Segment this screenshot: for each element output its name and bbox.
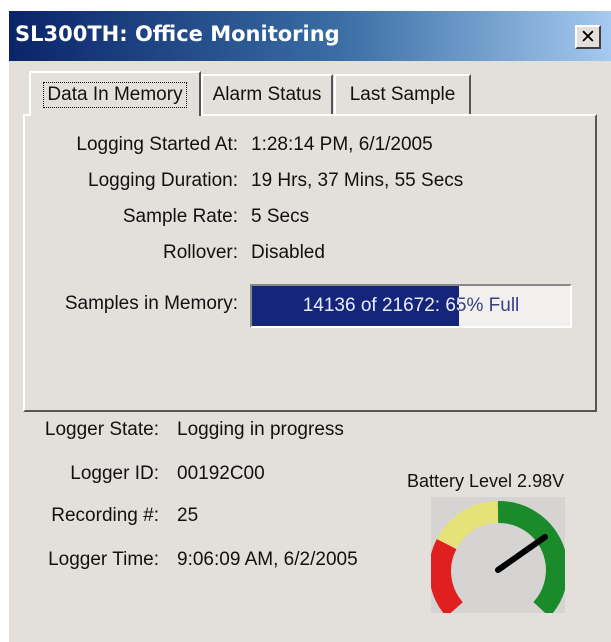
logger-time-label: Logger Time: (48, 549, 159, 570)
rollover-value: Disabled (251, 242, 325, 263)
logging-duration-label: Logging Duration: (88, 170, 238, 191)
sample-rate-value: 5 Secs (251, 206, 310, 227)
data-in-memory-panel: Logging Started At: 1:28:14 PM, 6/1/2005… (23, 114, 597, 412)
logger-state-label: Logger State: (44, 419, 159, 440)
window-title: SL300TH: Office Monitoring (15, 22, 340, 46)
gauge-needle (495, 534, 548, 573)
close-button[interactable]: ✕ (575, 25, 601, 49)
logger-id-value: 00192C00 (177, 463, 265, 484)
tab-label: Data In Memory (43, 81, 187, 108)
logging-duration-value: 19 Hrs, 37 Mins, 55 Secs (251, 170, 464, 191)
tab-last-sample[interactable]: Last Sample (334, 74, 471, 114)
tab-alarm-status[interactable]: Alarm Status (201, 74, 333, 114)
title-bar[interactable]: SL300TH: Office Monitoring ✕ (9, 11, 611, 61)
recording-number-value: 25 (177, 505, 199, 526)
dialog-window: SL300TH: Office Monitoring ✕ Data In Mem… (8, 10, 611, 642)
battery-level-label: Battery Level 2.98V (407, 471, 565, 491)
close-icon: ✕ (580, 25, 596, 48)
sample-rate-label: Sample Rate: (122, 206, 238, 227)
logger-time-value: 9:06:09 AM, 6/2/2005 (177, 549, 358, 570)
recording-number-label: Recording #: (51, 505, 159, 526)
logger-state-value: Logging in progress (177, 419, 344, 440)
rollover-label: Rollover: (163, 242, 238, 263)
logging-started-value: 1:28:14 PM, 6/1/2005 (251, 134, 433, 155)
tab-label: Alarm Status (212, 84, 322, 105)
battery-gauge-icon (429, 497, 568, 617)
tab-label: Last Sample (349, 84, 456, 105)
samples-in-memory-label: Samples in Memory: (64, 293, 238, 314)
logging-started-label: Logging Started At: (76, 134, 238, 155)
gauge-mid-segment (436, 501, 499, 550)
tab-data-in-memory[interactable]: Data In Memory (29, 71, 201, 116)
samples-progress-bar: 14136 of 21672: 65% Full 14136 of 21672:… (250, 284, 572, 328)
battery-gauge-svg (429, 500, 568, 617)
logger-id-label: Logger ID: (70, 463, 159, 484)
progress-text-overlay: 14136 of 21672: 65% Full (252, 286, 459, 326)
gauge-low-segment (429, 538, 464, 617)
progress-text-inverse: 14136 of 21672: 65% Full (302, 295, 459, 316)
